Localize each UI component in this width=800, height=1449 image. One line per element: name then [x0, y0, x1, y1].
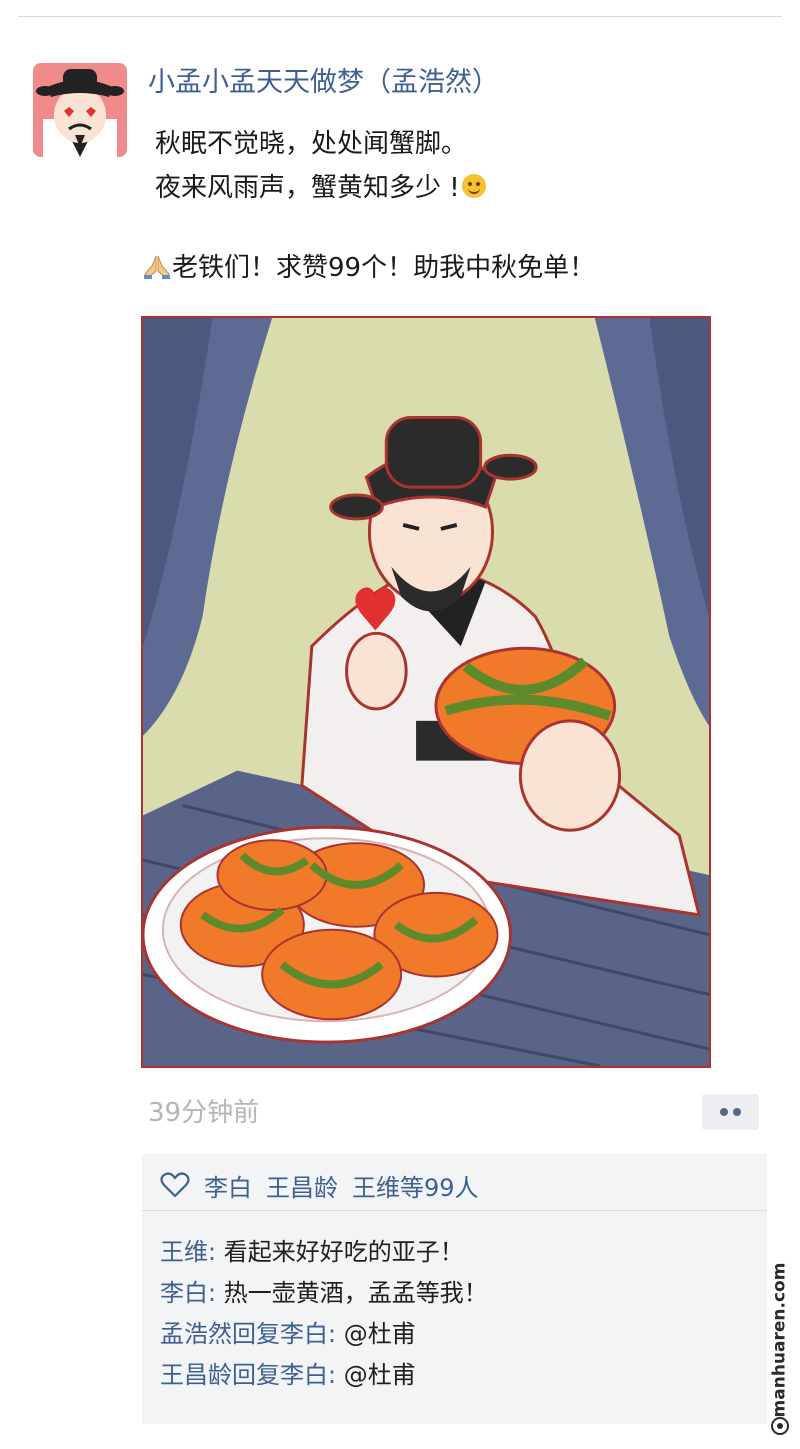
likes-row: 李白 王昌龄 王维等99人 — [160, 1168, 493, 1202]
comment-item[interactable]: 王昌龄回复李白: @杜甫 — [160, 1355, 488, 1396]
comment-text: @杜甫 — [336, 1320, 416, 1348]
post-image[interactable] — [141, 316, 711, 1068]
avatar[interactable] — [33, 63, 127, 157]
comment-author[interactable]: 李白: — [160, 1279, 216, 1307]
comment-list: 王维: 看起来好好吃的亚子！ 李白: 热一壶黄酒，孟孟等我！ 孟浩然回复李白: … — [160, 1232, 488, 1396]
comment-author[interactable]: 王维: — [160, 1238, 216, 1266]
poem-line-2: 夜来风雨声，蟹黄知多少 ! — [155, 173, 460, 203]
comment-author[interactable]: 孟浩然回复李白: — [160, 1320, 336, 1348]
like-name[interactable]: 王昌龄 — [266, 1168, 338, 1203]
comment-author[interactable]: 王昌龄回复李白: — [160, 1361, 336, 1389]
request-text: 老铁们！求赞99个！助我中秋免单！ — [172, 253, 596, 283]
poem-line-1: 秋眠不觉晓，处处闻蟹脚。 — [155, 129, 468, 159]
like-name[interactable]: 李白 — [204, 1168, 252, 1203]
avatar-portrait-icon — [33, 63, 127, 157]
more-dots-icon[interactable] — [702, 1094, 759, 1130]
panel-divider — [142, 1210, 767, 1211]
interaction-panel: 李白 王昌龄 王维等99人 王维: 看起来好好吃的亚子！ 李白: 热一壶黄酒，孟… — [142, 1154, 767, 1424]
top-divider — [18, 16, 782, 17]
comment-item[interactable]: 孟浩然回复李白: @杜甫 — [160, 1314, 488, 1355]
site-logo-icon — [771, 1417, 789, 1435]
smiley-emoji-icon — [461, 174, 486, 198]
post-timestamp: 39分钟前 — [148, 1098, 260, 1128]
poet-eating-crabs-illustration — [143, 318, 709, 1066]
comment-item[interactable]: 李白: 热一壶黄酒，孟孟等我！ — [160, 1273, 488, 1314]
praying-hands-emoji-icon — [144, 255, 170, 279]
post-text: 秋眠不觉晓，处处闻蟹脚。 夜来风雨声，蟹黄知多少 ! — [155, 122, 486, 210]
post-author-name[interactable]: 小孟小孟天天做梦（孟浩然） — [148, 60, 499, 99]
like-name[interactable]: 王维等99人 — [352, 1168, 479, 1203]
site-watermark: manhuaren.com — [768, 1263, 792, 1440]
watermark-text: manhuaren.com — [769, 1262, 790, 1418]
comment-text: 看起来好好吃的亚子！ — [216, 1238, 464, 1266]
post-request-line: 老铁们！求赞99个！助我中秋免单！ — [142, 247, 595, 284]
heart-outline-icon — [160, 1172, 190, 1198]
comment-text: 热一壶黄酒，孟孟等我！ — [216, 1279, 488, 1307]
comment-item[interactable]: 王维: 看起来好好吃的亚子！ — [160, 1232, 488, 1273]
comment-text: @杜甫 — [336, 1361, 416, 1389]
